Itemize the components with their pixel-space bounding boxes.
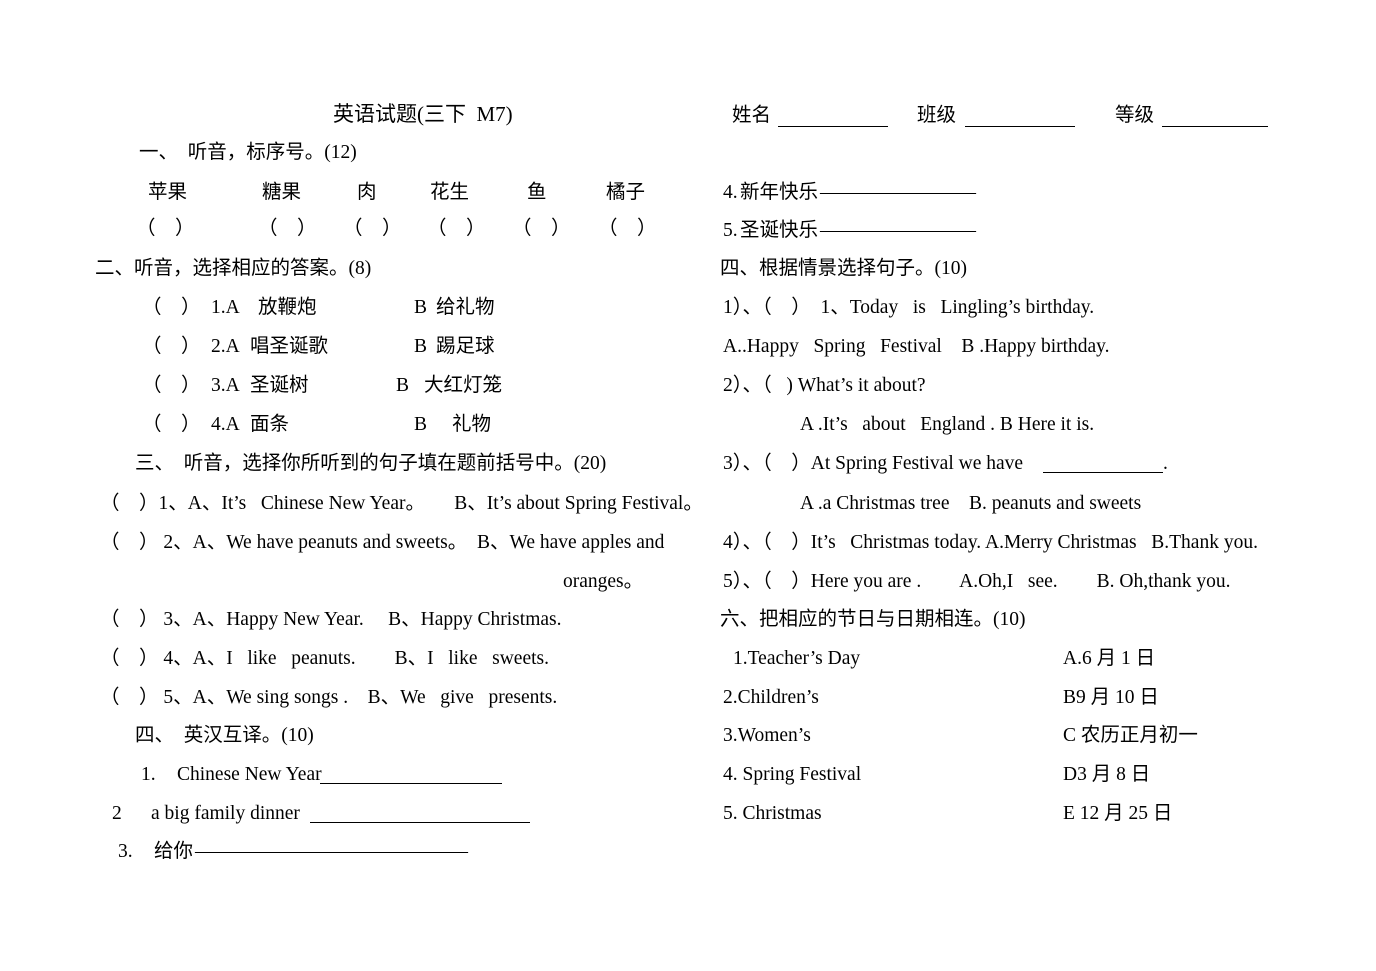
translate-item-3-number: 3.	[118, 841, 133, 862]
section-2-item-4-option-b-label: B	[414, 414, 428, 435]
translate-item-4-number: 4.	[723, 182, 738, 203]
section-2-item-1-option-b[interactable]: 给礼物	[436, 298, 495, 318]
section-1-word-2: 糖果	[262, 182, 302, 203]
page-title: 英语试题(三下 M7)	[333, 102, 513, 126]
translate-item-2-text: a big family dinner	[151, 803, 300, 824]
section-2-item-3-option-a[interactable]: 圣诞树	[250, 376, 309, 396]
section-2-item-1-number: 1.A	[211, 297, 240, 318]
section-1-heading: 一、 听音，标序号。(12)	[139, 142, 357, 163]
scenario-item-1-options[interactable]: A..Happy Spring Festival B .Happy birthd…	[723, 337, 1110, 357]
scenario-item-1[interactable]: 1）、（ ） 1、Today is Lingling’s birthday.	[723, 298, 1094, 318]
section-2-item-2-bracket[interactable]: （ ）	[142, 337, 201, 357]
translate-item-5-number: 5.	[723, 220, 738, 241]
matching-right-item-1[interactable]: A.6 月 1 日	[1063, 649, 1155, 669]
scenario-item-2[interactable]: 2）、（ ) What’s it about?	[723, 376, 926, 396]
section-2-heading: 二、听音，选择相应的答案。(8)	[95, 258, 372, 279]
section-1-word-3: 肉	[357, 182, 377, 203]
matching-left-item-2[interactable]: 2.Children’s	[723, 688, 819, 708]
section-2-item-1-bracket[interactable]: （ ）	[142, 298, 201, 318]
section-1-word-1: 苹果	[148, 182, 188, 203]
translate-item-2-number: 2	[112, 803, 122, 824]
scenario-item-3-period: .	[1163, 453, 1168, 474]
section-2-item-2-option-b[interactable]: 踢足球	[436, 337, 495, 357]
section-4-left-heading: 四、 英汉互译。(10)	[135, 725, 314, 746]
section-3-item-2[interactable]: （ ） 2、A、We have peanuts and sweets。 B、We…	[100, 533, 664, 553]
translate-item-1-text: Chinese New Year	[177, 764, 322, 785]
section-2-item-3-option-b[interactable]: 大红灯笼	[424, 376, 502, 396]
translate-item-1-number: 1.	[141, 764, 156, 785]
section-3-item-3[interactable]: （ ） 3、A、Happy New Year. B、Happy Christma…	[100, 610, 561, 630]
section-2-item-2-option-a[interactable]: 唱圣诞歌	[250, 337, 328, 357]
matching-left-item-1[interactable]: 1.Teacher’s Day	[733, 649, 860, 669]
section-1-word-4: 花生	[430, 182, 470, 203]
matching-left-item-3[interactable]: 3.Women’s	[723, 726, 811, 746]
section-2-item-2-number: 2.A	[211, 336, 240, 357]
translate-item-3-answer-dashes[interactable]: ——————————————	[195, 842, 468, 862]
section-2-item-2-option-b-label: B	[414, 336, 428, 357]
translate-item-5-answer-dashes[interactable]: ————————	[820, 221, 976, 241]
section-3-heading: 三、 听音，选择你所听到的句子填在题前括号中。(20)	[135, 453, 607, 474]
translate-item-3-text: 给你	[154, 841, 194, 862]
translate-item-5-text: 圣诞快乐	[740, 220, 819, 241]
exam-paper-page: 英语试题(三下 M7) 姓名 班级 等级 一、 听音，标序号。(12) 苹果 糖…	[0, 0, 1376, 971]
translate-item-4-answer-dashes[interactable]: ————————	[820, 183, 976, 203]
scenario-item-2-options[interactable]: A .It’s about England . B Here it is.	[800, 415, 1094, 435]
section-2-item-3-number: 3.A	[211, 375, 240, 396]
section-3-item-2-wrap: oranges。	[563, 571, 644, 592]
section-1-blank-6[interactable]: （ ）	[598, 219, 657, 239]
section-2-item-4-bracket[interactable]: （ ）	[142, 415, 201, 435]
section-1-blank-5[interactable]: （ ）	[512, 219, 571, 239]
section-4-right-heading: 四、根据情景选择句子。(10)	[720, 258, 967, 279]
scenario-item-4[interactable]: 4）、（ ）It’s Christmas today. A.Merry Chri…	[723, 533, 1258, 553]
scenario-item-3-answer-input[interactable]	[1043, 472, 1163, 473]
translate-item-2-answer-input[interactable]	[310, 822, 530, 823]
scenario-item-3-options[interactable]: A .a Christmas tree B. peanuts and sweet…	[800, 494, 1141, 514]
section-2-item-1-option-b-label: B	[414, 297, 428, 318]
class-field-input[interactable]	[965, 126, 1075, 127]
translate-item-4-text: 新年快乐	[740, 182, 819, 203]
scenario-item-3[interactable]: 3）、（ ）At Spring Festival we have	[723, 454, 1023, 474]
grade-field-input[interactable]	[1162, 126, 1268, 127]
section-1-blank-2[interactable]: （ ）	[258, 219, 317, 239]
section-2-item-4-number: 4.A	[211, 414, 240, 435]
grade-field-label: 等级	[1115, 105, 1155, 126]
section-2-item-3-option-b-label: B	[396, 375, 410, 396]
section-1-blank-1[interactable]: （ ）	[136, 219, 195, 239]
matching-right-item-4[interactable]: D3 月 8 日	[1063, 765, 1150, 785]
section-1-word-5: 鱼	[527, 182, 547, 203]
name-field-label: 姓名	[732, 105, 772, 126]
section-3-item-1[interactable]: （ ）1、A、It’s Chinese New Year。 B、It’s abo…	[100, 494, 703, 514]
matching-right-item-3[interactable]: C 农历正月初一	[1063, 726, 1198, 746]
section-1-blank-3[interactable]: （ ）	[343, 219, 402, 239]
section-2-item-4-option-b[interactable]: 礼物	[452, 415, 491, 435]
section-3-item-4[interactable]: （ ） 4、A、I like peanuts. B、I like sweets.	[100, 649, 549, 669]
scenario-item-5[interactable]: 5）、（ ）Here you are . A.Oh,I see. B. Oh,t…	[723, 572, 1230, 592]
name-field-input[interactable]	[778, 126, 888, 127]
section-1-blank-4[interactable]: （ ）	[427, 219, 486, 239]
section-1-word-6: 橘子	[606, 182, 646, 203]
matching-left-item-5[interactable]: 5. Christmas	[723, 804, 822, 824]
translate-item-1-answer-input[interactable]	[320, 783, 502, 784]
matching-left-item-4[interactable]: 4. Spring Festival	[723, 765, 861, 785]
class-field-label: 班级	[917, 105, 957, 126]
matching-right-item-5[interactable]: E 12 月 25 日	[1063, 804, 1172, 824]
section-6-heading: 六、把相应的节日与日期相连。(10)	[720, 609, 1026, 630]
matching-right-item-2[interactable]: B9 月 10 日	[1063, 688, 1159, 708]
section-2-item-4-option-a[interactable]: 面条	[250, 415, 289, 435]
section-2-item-1-option-a[interactable]: 放鞭炮	[258, 298, 317, 318]
section-2-item-3-bracket[interactable]: （ ）	[142, 376, 201, 396]
section-3-item-5[interactable]: （ ） 5、A、We sing songs . B、We give presen…	[100, 688, 557, 708]
